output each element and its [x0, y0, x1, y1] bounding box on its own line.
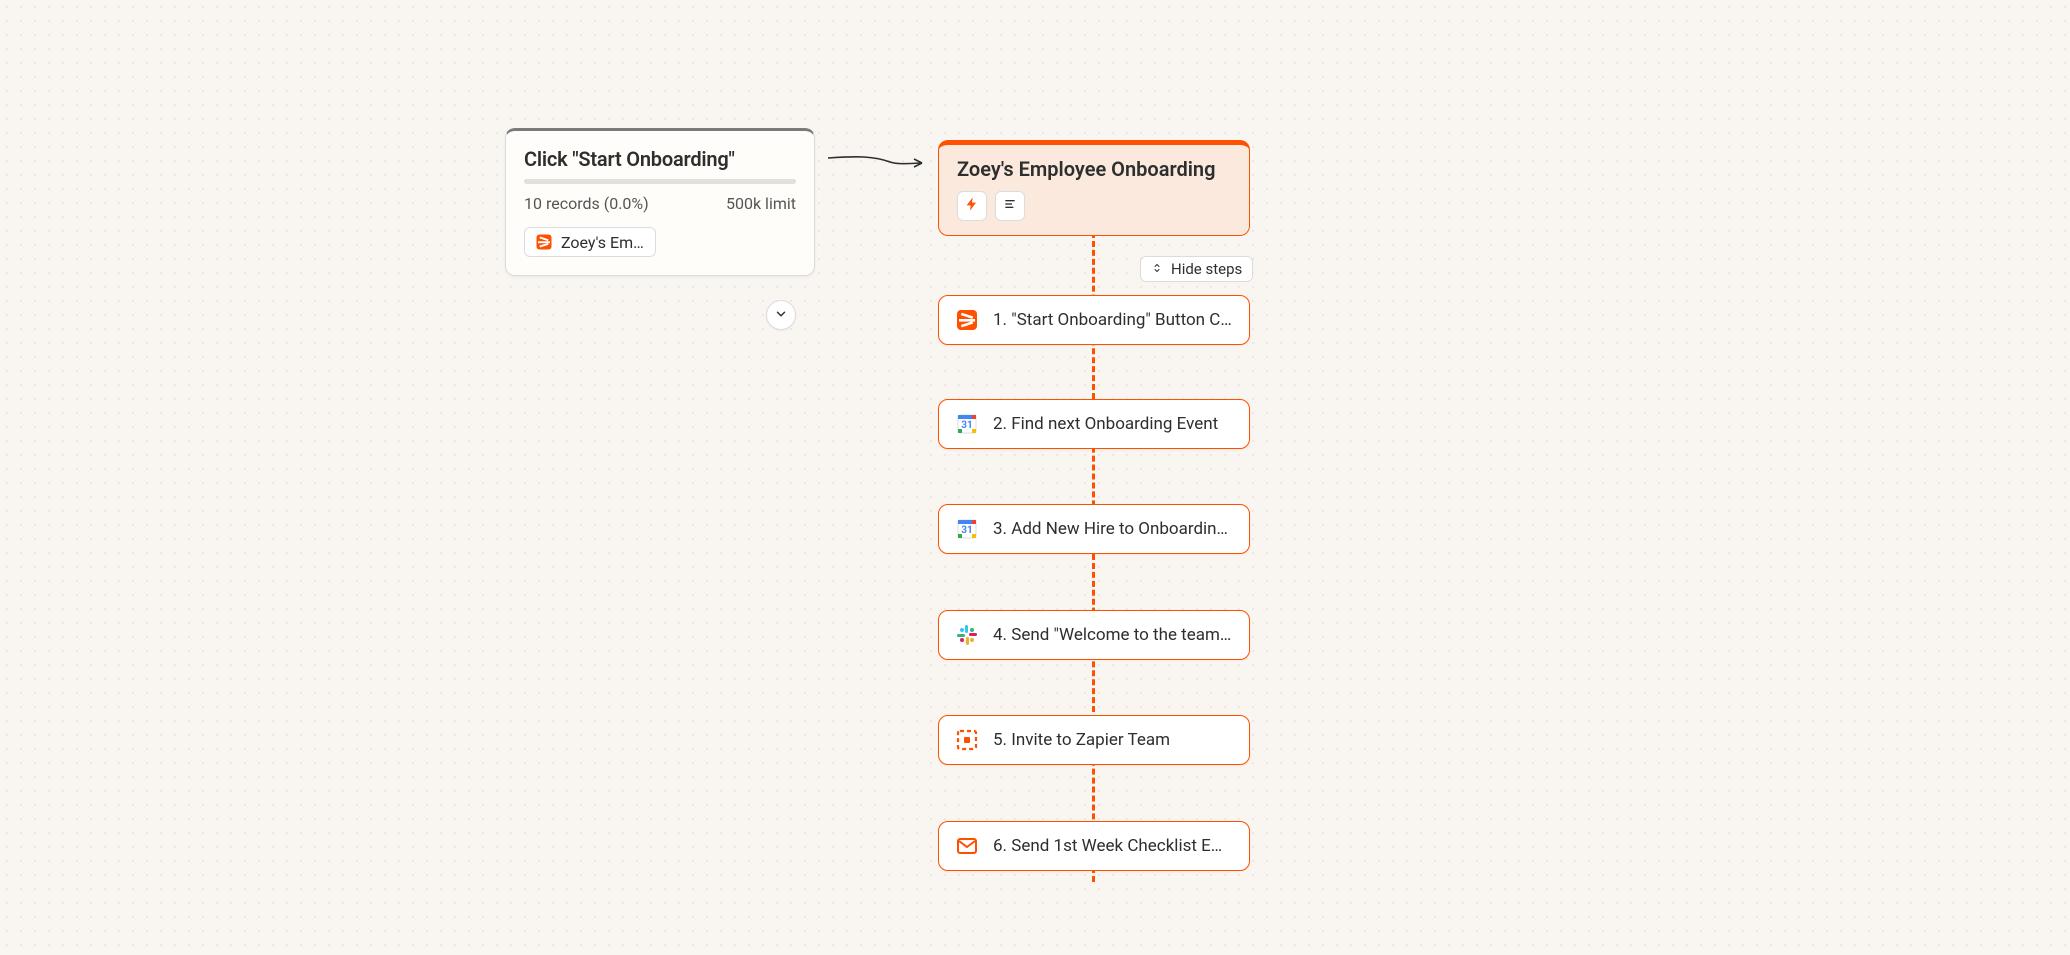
step-label: 1. "Start Onboarding" Button C…	[993, 310, 1233, 330]
hide-steps-button[interactable]: Hide steps	[1140, 256, 1253, 282]
linked-zap-label: Zoey's Emp…	[561, 233, 645, 252]
trigger-status-button[interactable]	[957, 191, 987, 221]
connector-arrow	[828, 152, 923, 170]
records-limit: 500k limit	[726, 194, 796, 213]
zap-step-3[interactable]: 3. Add New Hire to Onboardin…	[938, 504, 1250, 554]
zap-title: Zoey's Employee Onboarding	[957, 157, 1231, 181]
zap-step-6[interactable]: 6. Send 1st Week Checklist E…	[938, 821, 1250, 871]
hide-steps-label: Hide steps	[1171, 260, 1242, 278]
step-label: 2. Find next Onboarding Event	[993, 414, 1233, 434]
zapier-icon	[535, 233, 553, 251]
view-details-button[interactable]	[995, 191, 1025, 221]
step-label: 4. Send "Welcome to the team…	[993, 625, 1233, 645]
collapse-button[interactable]	[766, 300, 796, 330]
bolt-icon	[964, 196, 980, 216]
source-card-title: Click "Start Onboarding"	[524, 147, 796, 171]
records-count: 10 records (0.0%)	[524, 194, 649, 213]
chevron-down-icon	[774, 306, 788, 325]
zapier-icon	[955, 308, 979, 332]
zap-step-2[interactable]: 2. Find next Onboarding Event	[938, 399, 1250, 449]
zap-step-5[interactable]: 5. Invite to Zapier Team	[938, 715, 1250, 765]
zap-step-4[interactable]: 4. Send "Welcome to the team…	[938, 610, 1250, 660]
source-card[interactable]: Click "Start Onboarding" 10 records (0.0…	[505, 128, 815, 276]
mail-icon	[955, 834, 979, 858]
slack-icon	[955, 623, 979, 647]
step-label: 5. Invite to Zapier Team	[993, 730, 1233, 750]
progress-bar	[524, 179, 796, 184]
collapse-icon	[1151, 260, 1163, 278]
zap-header-card[interactable]: Zoey's Employee Onboarding	[938, 140, 1250, 236]
gcal-icon	[955, 412, 979, 436]
step-label: 3. Add New Hire to Onboardin…	[993, 519, 1233, 539]
step-label: 6. Send 1st Week Checklist E…	[993, 836, 1233, 856]
lines-icon	[1002, 196, 1018, 216]
zapier-invite-icon	[955, 728, 979, 752]
gcal-icon	[955, 517, 979, 541]
zap-step-1[interactable]: 1. "Start Onboarding" Button C…	[938, 295, 1250, 345]
linked-zap-chip[interactable]: Zoey's Emp…	[524, 227, 656, 257]
